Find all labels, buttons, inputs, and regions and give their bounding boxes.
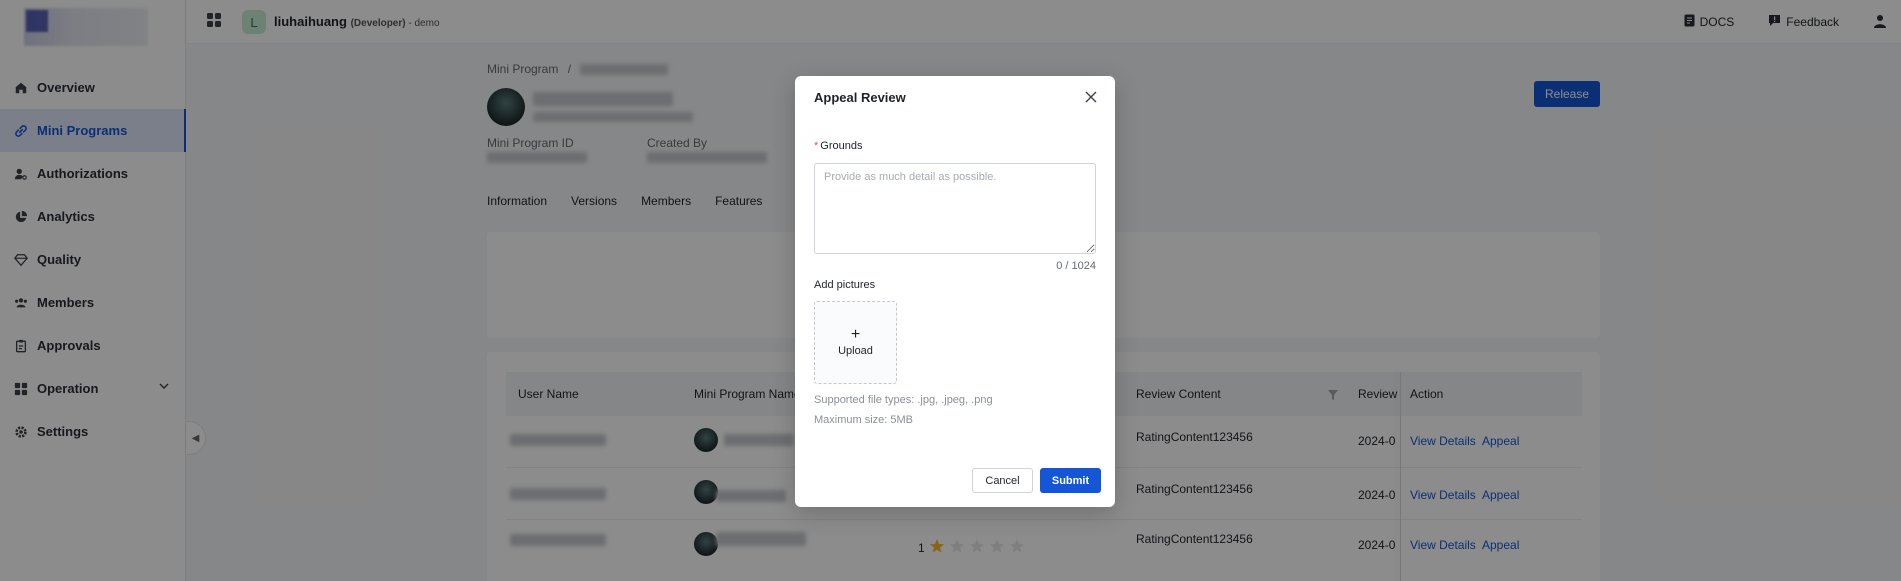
file-types-hint: Supported file types: .jpg, .jpeg, .png bbox=[814, 394, 993, 406]
required-mark: * bbox=[814, 140, 819, 152]
grounds-label-text: Grounds bbox=[820, 140, 863, 152]
character-counter: 0 / 1024 bbox=[1056, 260, 1096, 272]
upload-label: Upload bbox=[838, 345, 873, 357]
max-size-hint: Maximum size: 5MB bbox=[814, 414, 914, 426]
plus-icon: + bbox=[850, 326, 861, 343]
upload-button[interactable]: + Upload bbox=[814, 301, 897, 384]
dialog-title: Appeal Review bbox=[814, 90, 906, 105]
submit-button[interactable]: Submit bbox=[1040, 468, 1101, 493]
grounds-label: * Grounds bbox=[814, 140, 862, 152]
cancel-button[interactable]: Cancel bbox=[972, 468, 1033, 493]
add-pictures-label: Add pictures bbox=[814, 279, 876, 291]
grounds-textarea[interactable] bbox=[814, 163, 1096, 254]
appeal-review-dialog: Appeal Review *Grounds 0 / 1024 Add pict… bbox=[795, 76, 1115, 507]
close-icon[interactable] bbox=[1084, 90, 1098, 107]
